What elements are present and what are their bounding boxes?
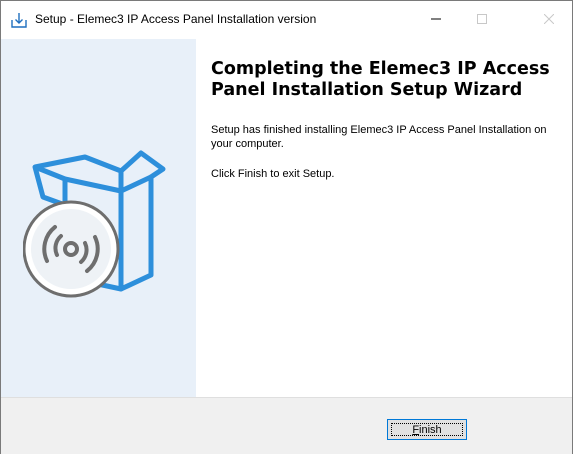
minimize-button[interactable] <box>413 1 459 39</box>
maximize-icon <box>477 11 487 29</box>
window-title: Setup - Elemec3 IP Access Panel Installa… <box>35 12 317 26</box>
installer-download-icon <box>10 11 28 29</box>
wizard-side-panel <box>1 39 196 397</box>
setup-window: Setup - Elemec3 IP Access Panel Installa… <box>0 0 573 454</box>
finished-message: Setup has finished installing Elemec3 IP… <box>211 124 547 150</box>
finish-button-label: Finish <box>391 423 463 436</box>
finish-button[interactable]: Finish <box>387 419 467 440</box>
minimize-icon <box>431 11 441 29</box>
page-heading: Completing the Elemec3 IP Access Panel I… <box>211 59 550 100</box>
title-bar: Setup - Elemec3 IP Access Panel Installa… <box>1 1 572 39</box>
wizard-content: Completing the Elemec3 IP Access Panel I… <box>196 39 572 397</box>
install-box-disc-icon <box>22 139 173 339</box>
close-icon <box>543 11 555 29</box>
exit-instruction: Click Finish to exit Setup. <box>211 168 335 180</box>
finish-mnemonic: F <box>412 423 420 436</box>
maximize-button[interactable] <box>459 1 505 39</box>
finish-label-rest: inish <box>419 423 442 436</box>
button-bar: Finish <box>1 397 572 454</box>
close-button[interactable] <box>526 1 572 39</box>
